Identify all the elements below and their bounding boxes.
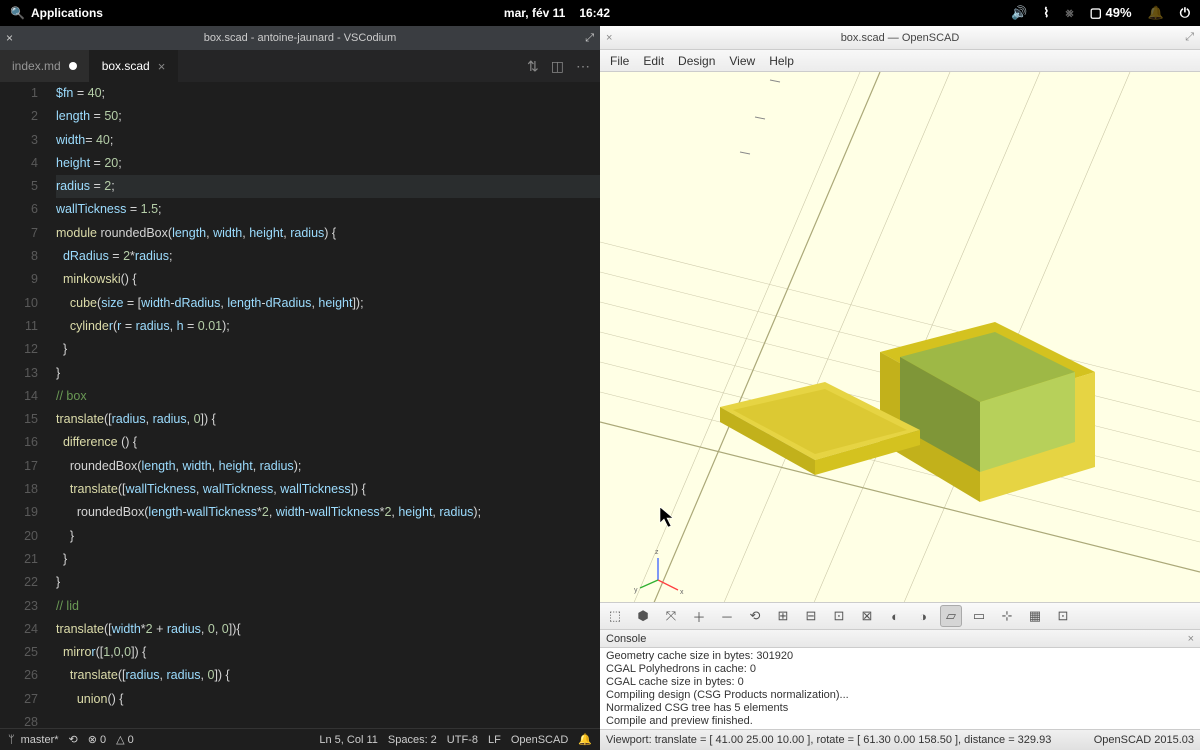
- openscad-toolbar: ⬚ ⬢ ⤧ ＋ － ⟲ ⊞ ⊟ ⊡ ⊠ ◐ ◑ ▱ ▭ ⊹ ▦ ⊡: [600, 602, 1200, 630]
- axes-icon[interactable]: ⊹: [996, 605, 1018, 627]
- wifi-icon[interactable]: ⌇: [1043, 5, 1049, 21]
- bell-icon[interactable]: 🔔: [578, 733, 592, 746]
- bluetooth-icon[interactable]: ⨳: [1066, 5, 1074, 21]
- svg-text:z: z: [655, 549, 659, 556]
- close-icon[interactable]: ×: [606, 32, 612, 44]
- notifications-icon[interactable]: 🔔: [1148, 5, 1164, 21]
- power-icon[interactable]: ⏻: [1180, 5, 1190, 21]
- system-topbar: 🔍 Applications mar, fév 11 16:42 🔊 ⌇ ⨳ ▢…: [0, 0, 1200, 26]
- view-bottom-icon[interactable]: ⊡: [828, 605, 850, 627]
- scale-icon[interactable]: ⊡: [1052, 605, 1074, 627]
- menu-view[interactable]: View: [723, 52, 761, 70]
- modified-dot-icon: [69, 62, 77, 70]
- view-right-icon[interactable]: ⊞: [772, 605, 794, 627]
- render-icon[interactable]: ⬢: [632, 605, 654, 627]
- applications-menu[interactable]: 🔍 Applications: [10, 6, 103, 20]
- battery-indicator[interactable]: ▢ 49%: [1090, 5, 1132, 21]
- reset-view-icon[interactable]: ⟲: [744, 605, 766, 627]
- view-all-icon[interactable]: ⤧: [660, 605, 682, 627]
- tab-label: box.scad: [102, 59, 150, 73]
- time-label: 16:42: [579, 6, 610, 20]
- tab-index-md[interactable]: index.md: [0, 50, 90, 82]
- language-mode[interactable]: OpenSCAD: [511, 734, 568, 746]
- view-top-icon[interactable]: ⊟: [800, 605, 822, 627]
- openscad-menubar: File Edit Design View Help: [600, 50, 1200, 72]
- cursor-icon: [660, 507, 673, 527]
- svg-text:y: y: [634, 587, 638, 594]
- date-label: mar, fév 11: [504, 6, 565, 20]
- editor-tabs: index.md box.scad × ⇅ ◫ ⋯: [0, 50, 600, 82]
- vscodium-titlebar[interactable]: × box.scad - antoine-jaunard - VSCodium …: [0, 26, 600, 50]
- render-box: [880, 322, 1095, 502]
- window-title: box.scad - antoine-jaunard - VSCodium: [204, 32, 397, 44]
- git-branch[interactable]: ᛘ master*: [8, 734, 59, 746]
- code-editor[interactable]: 1234567891011121314151617181920212223242…: [0, 82, 600, 728]
- cursor-position[interactable]: Ln 5, Col 11: [319, 734, 378, 746]
- eol-info[interactable]: LF: [488, 734, 501, 746]
- view-left-icon[interactable]: ⊠: [856, 605, 878, 627]
- menu-help[interactable]: Help: [763, 52, 800, 70]
- volume-icon[interactable]: 🔊: [1011, 5, 1027, 21]
- more-icon[interactable]: ⋯: [576, 58, 590, 75]
- close-icon[interactable]: ×: [158, 59, 166, 74]
- tab-box-scad[interactable]: box.scad ×: [90, 50, 179, 82]
- vscodium-window: × box.scad - antoine-jaunard - VSCodium …: [0, 26, 600, 750]
- edges-icon[interactable]: ▦: [1024, 605, 1046, 627]
- code-content[interactable]: $fn = 40;length = 50;width= 40;height = …: [56, 82, 600, 728]
- tab-label: index.md: [12, 59, 61, 73]
- svg-text:x: x: [680, 589, 684, 596]
- window-title: box.scad — OpenSCAD: [841, 32, 960, 44]
- line-gutter: 1234567891011121314151617181920212223242…: [0, 82, 56, 728]
- viewport-info: Viewport: translate = [ 41.00 25.00 10.0…: [606, 734, 1051, 746]
- system-tray: 🔊 ⌇ ⨳ ▢ 49% 🔔 ⏻: [1011, 5, 1190, 21]
- perspective-icon[interactable]: ▱: [940, 605, 962, 627]
- compare-icon[interactable]: ⇅: [527, 58, 539, 75]
- maximize-icon[interactable]: ⤢: [1185, 31, 1194, 44]
- indent-info[interactable]: Spaces: 2: [388, 734, 437, 746]
- orthogonal-icon[interactable]: ▭: [968, 605, 990, 627]
- menu-design[interactable]: Design: [672, 52, 721, 70]
- openscad-statusbar: Viewport: translate = [ 41.00 25.00 10.0…: [600, 730, 1200, 750]
- menu-edit[interactable]: Edit: [637, 52, 670, 70]
- console-header[interactable]: Console ×: [600, 630, 1200, 648]
- maximize-icon[interactable]: ⤢: [585, 32, 594, 45]
- encoding-info[interactable]: UTF-8: [447, 734, 478, 746]
- sync-icon[interactable]: ⟲: [69, 733, 78, 746]
- openscad-window: × box.scad — OpenSCAD ⤢ File Edit Design…: [600, 26, 1200, 750]
- preview-icon[interactable]: ⬚: [604, 605, 626, 627]
- 3d-viewport[interactable]: z x y: [600, 72, 1200, 602]
- applications-label: Applications: [31, 6, 103, 20]
- search-icon: 🔍: [10, 6, 25, 20]
- close-icon[interactable]: ×: [6, 31, 13, 45]
- version-label: OpenSCAD 2015.03: [1094, 734, 1194, 746]
- openscad-titlebar[interactable]: × box.scad — OpenSCAD ⤢: [600, 26, 1200, 50]
- vscodium-statusbar: ᛘ master* ⟲ ⊗ 0 △ 0 Ln 5, Col 11 Spaces:…: [0, 728, 600, 750]
- clock[interactable]: mar, fév 11 16:42: [504, 6, 610, 20]
- console-output[interactable]: Geometry cache size in bytes: 301920CGAL…: [600, 648, 1200, 730]
- close-icon[interactable]: ×: [1188, 633, 1194, 645]
- errors-count[interactable]: ⊗ 0: [88, 733, 106, 746]
- zoom-in-icon[interactable]: ＋: [688, 605, 710, 627]
- view-front-icon[interactable]: ◐: [884, 605, 906, 627]
- zoom-out-icon[interactable]: －: [716, 605, 738, 627]
- view-back-icon[interactable]: ◑: [912, 605, 934, 627]
- warnings-count[interactable]: △ 0: [116, 733, 134, 746]
- console-label: Console: [606, 633, 646, 645]
- split-icon[interactable]: ◫: [551, 58, 564, 75]
- menu-file[interactable]: File: [604, 52, 635, 70]
